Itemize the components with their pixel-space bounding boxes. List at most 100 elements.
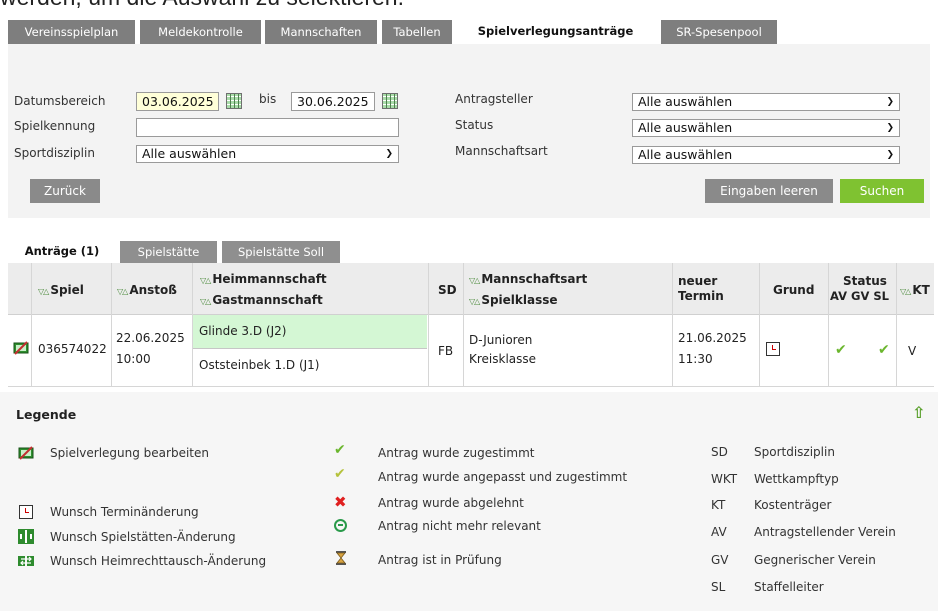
header-kt[interactable]: ▽△ KT: [900, 283, 930, 297]
status-select[interactable]: Alle auswählen ❯: [632, 119, 900, 137]
header-spiel[interactable]: ▽△ Spiel: [38, 283, 84, 297]
legend-panel: Legende ⇧ Spielverlegung bearbeiten Wuns…: [0, 392, 938, 611]
game-id-input[interactable]: [136, 118, 399, 137]
clear-inputs-button[interactable]: Eingaben leeren: [705, 179, 833, 203]
legend-home-swap-text: Wunsch Heimrechttausch-Änderung: [50, 554, 267, 568]
legend-approved-text: Antrag wurde zugestimmt: [378, 446, 535, 460]
legend-abbr-av: AV: [711, 525, 727, 539]
home-swap-icon: [18, 556, 34, 566]
header-status: Status: [843, 274, 887, 288]
search-button[interactable]: Suchen: [840, 179, 924, 203]
edit-game-icon[interactable]: [13, 340, 29, 356]
legend-abbr-sl-text: Staffelleiter: [754, 580, 824, 594]
header-gastmannschaft[interactable]: ▽△ Gastmannschaft: [200, 293, 323, 307]
header-status-sub: AV GV SL: [830, 289, 889, 303]
cell-spielklasse: Kreisklasse: [469, 352, 537, 366]
date-from-input[interactable]: 03.06.2025: [136, 92, 219, 111]
game-id-label: Spielkennung: [14, 119, 96, 133]
cell-neuer-termin-time: 11:30: [678, 352, 713, 366]
legend-abbr-kt-text: Kostenträger: [754, 498, 832, 512]
legend-edit-text: Spielverlegung bearbeiten: [50, 446, 209, 460]
tab-mannschaften[interactable]: Mannschaften: [265, 20, 377, 44]
chevron-down-icon: ❯: [385, 149, 393, 159]
legend-venue-change-text: Wunsch Spielstätten-Änderung: [50, 530, 236, 544]
legend-date-change-text: Wunsch Terminänderung: [50, 505, 199, 519]
legend-rejected-text: Antrag wurde abgelehnt: [378, 496, 524, 510]
cell-mannschaftsart: D-Junioren: [469, 333, 533, 347]
cell-sd: FB: [438, 344, 454, 358]
header-grund: Grund: [773, 283, 815, 297]
cell-kt: V: [908, 344, 917, 358]
check-adjusted-icon: ✔: [334, 466, 346, 482]
not-relevant-icon: [334, 519, 347, 532]
chevron-down-icon: ❯: [886, 123, 894, 133]
header-mannschaftsart[interactable]: ▽△ Mannschaftsart: [469, 272, 587, 286]
back-button[interactable]: Zurück: [30, 179, 100, 203]
status-label: Status: [455, 118, 494, 132]
applicant-value: Alle auswählen: [638, 94, 733, 109]
tab-vereinsspielplan[interactable]: Vereinsspielplan: [8, 20, 135, 44]
status-value: Alle auswählen: [638, 120, 733, 135]
header-spielklasse[interactable]: ▽△ Spielklasse: [469, 293, 558, 307]
cell-heimmannschaft: Glinde 3.D (J2): [193, 315, 427, 349]
discipline-label: Sportdisziplin: [14, 146, 95, 160]
legend-abbr-sd: SD: [711, 445, 728, 459]
cell-spiel: 036574022: [38, 342, 107, 356]
legend-not-relevant-text: Antrag nicht mehr relevant: [378, 519, 541, 533]
intro-text: werden, um die Auswahl zu selektieren.: [0, 0, 404, 11]
check-icon: ✔: [878, 342, 890, 358]
date-change-icon: [19, 505, 33, 519]
filter-panel: Datumsbereich 03.06.2025 bis 30.06.2025 …: [8, 44, 930, 218]
tab-spielstaette[interactable]: Spielstätte: [120, 241, 217, 263]
legend-adjusted-text: Antrag wurde angepasst und zugestimmt: [378, 470, 628, 484]
legend-title: Legende: [16, 407, 77, 422]
tab-sr-spesenpool[interactable]: SR-Spesenpool: [661, 20, 777, 44]
sort-icon: ▽△: [200, 297, 211, 306]
bis-label: bis: [259, 92, 277, 106]
header-anstoss[interactable]: ▽△ Anstoß: [117, 283, 177, 297]
team-type-select[interactable]: Alle auswählen ❯: [632, 146, 900, 164]
legend-abbr-sd-text: Sportdisziplin: [754, 445, 835, 459]
legend-in-review-text: Antrag ist in Prüfung: [378, 553, 502, 567]
discipline-select[interactable]: Alle auswählen ❯: [136, 145, 399, 163]
legend-abbr-kt: KT: [711, 498, 726, 512]
sort-icon: ▽△: [469, 297, 480, 306]
tab-meldekontrolle[interactable]: Meldekontrolle: [140, 20, 261, 44]
date-change-icon: [766, 342, 780, 356]
check-icon: ✔: [835, 342, 847, 358]
header-sd: SD: [438, 283, 457, 297]
sort-icon: ▽△: [900, 287, 911, 296]
team-type-value: Alle auswählen: [638, 147, 733, 162]
cell-anstoss-date: 22.06.2025: [116, 331, 185, 345]
cross-icon: ✖: [334, 493, 347, 511]
sort-icon: ▽△: [469, 276, 480, 285]
date-range-label: Datumsbereich: [14, 94, 106, 108]
legend-abbr-gv-text: Gegnerischer Verein: [754, 553, 876, 567]
scroll-top-icon[interactable]: ⇧: [912, 403, 925, 422]
tab-spielverlegungsantraege[interactable]: Spielverlegungsanträge: [457, 18, 654, 44]
venue-change-icon: [18, 529, 34, 544]
tab-spielstaette-soll[interactable]: Spielstätte Soll: [222, 241, 340, 263]
discipline-value: Alle auswählen: [142, 146, 237, 161]
calendar-icon[interactable]: [226, 93, 242, 109]
legend-abbr-av-text: Antragstellender Verein: [754, 525, 896, 539]
cell-gastmannschaft: Oststeinbek 1.D (J1): [199, 358, 320, 372]
legend-abbr-wkt-text: Wettkampftyp: [754, 472, 839, 486]
chevron-down-icon: ❯: [886, 97, 894, 107]
header-termin: Termin: [678, 289, 724, 303]
chevron-down-icon: ❯: [886, 150, 894, 160]
sort-icon: ▽△: [38, 287, 49, 296]
calendar-icon[interactable]: [382, 93, 398, 109]
sort-icon: ▽△: [117, 287, 128, 296]
applicant-select[interactable]: Alle auswählen ❯: [632, 93, 900, 111]
team-type-label: Mannschaftsart: [455, 144, 548, 158]
tab-antraege[interactable]: Anträge (1): [8, 239, 116, 263]
header-heimmannschaft[interactable]: ▽△ Heimmannschaft: [200, 272, 327, 286]
cell-anstoss-time: 10:00: [116, 352, 151, 366]
hourglass-icon: [336, 551, 346, 565]
tab-tabellen[interactable]: Tabellen: [382, 20, 452, 44]
legend-abbr-wkt: WKT: [711, 472, 738, 486]
legend-abbr-gv: GV: [711, 553, 729, 567]
applicant-label: Antragsteller: [455, 92, 533, 106]
date-to-input[interactable]: 30.06.2025: [291, 92, 375, 111]
